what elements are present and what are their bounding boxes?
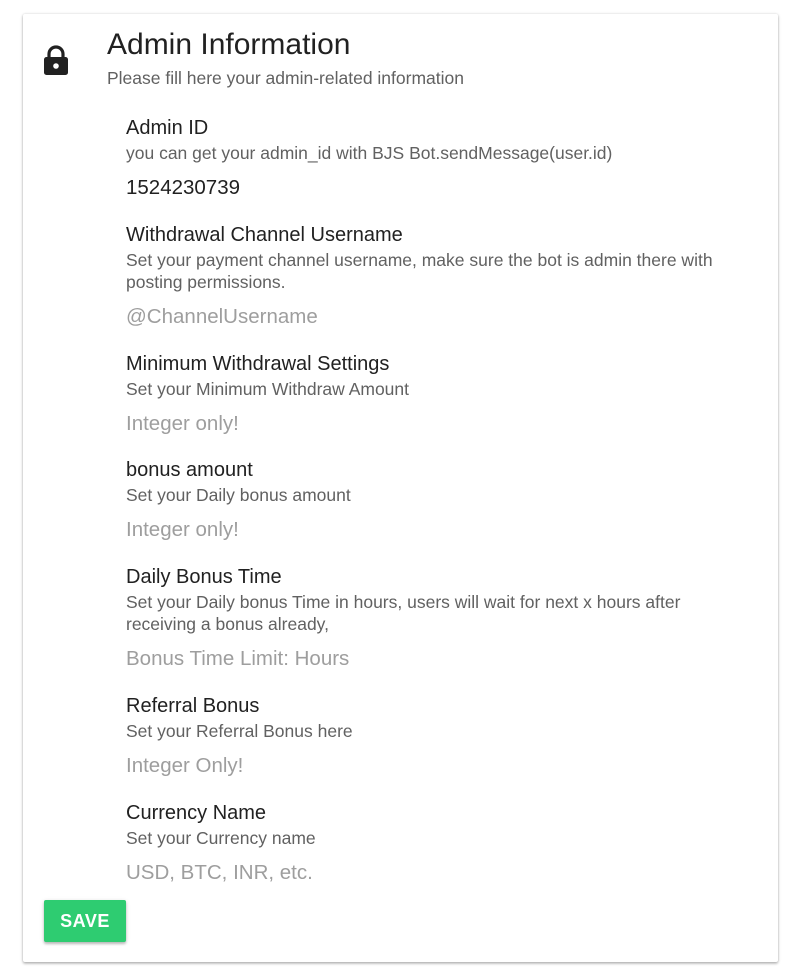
lock-icon: [42, 44, 70, 78]
admin-information-card: Admin Information Please fill here your …: [23, 14, 778, 962]
field-description: Set your Minimum Withdraw Amount: [126, 379, 410, 399]
field-description: Set your Referral Bonus here: [126, 721, 353, 741]
field-description: Set your Daily bonus Time in hours, user…: [126, 592, 681, 634]
field-bonus-amount: bonus amount Set your Daily bonus amount: [126, 458, 726, 545]
field-label: Referral Bonus: [126, 695, 260, 717]
field-daily-bonus-time: Daily Bonus Time Set your Daily bonus Ti…: [126, 565, 726, 674]
field-label: Daily Bonus Time: [126, 566, 282, 588]
card-header: Admin Information Please fill here your …: [107, 28, 464, 89]
field-currency-name: Currency Name Set your Currency name: [126, 801, 726, 888]
field-label: Withdrawal Channel Username: [126, 224, 403, 246]
field-withdrawal-channel: Withdrawal Channel Username Set your pay…: [126, 223, 726, 332]
field-description: Set your Daily bonus amount: [126, 485, 351, 505]
field-label: bonus amount: [126, 459, 253, 481]
page-subtitle: Please fill here your admin-related info…: [107, 68, 464, 88]
field-minimum-withdrawal: Minimum Withdrawal Settings Set your Min…: [126, 352, 726, 439]
daily-bonus-time-input[interactable]: [126, 644, 686, 674]
bonus-amount-input[interactable]: [126, 515, 686, 545]
referral-bonus-input[interactable]: [126, 751, 686, 781]
field-description: Set your payment channel username, make …: [126, 250, 713, 292]
field-referral-bonus: Referral Bonus Set your Referral Bonus h…: [126, 694, 726, 781]
minimum-withdrawal-input[interactable]: [126, 409, 686, 439]
admin-id-input[interactable]: [126, 173, 686, 203]
field-label: Currency Name: [126, 802, 267, 824]
currency-name-input[interactable]: [126, 858, 686, 888]
field-description: Set your Currency name: [126, 828, 316, 848]
field-label: Minimum Withdrawal Settings: [126, 353, 390, 375]
field-description: you can get your admin_id with BJS Bot.s…: [126, 143, 613, 163]
field-label: Admin ID: [126, 117, 209, 139]
page-title: Admin Information: [107, 28, 351, 61]
save-button[interactable]: SAVE: [44, 900, 126, 942]
field-admin-id: Admin ID you can get your admin_id with …: [126, 116, 726, 203]
withdrawal-channel-input[interactable]: [126, 302, 686, 332]
